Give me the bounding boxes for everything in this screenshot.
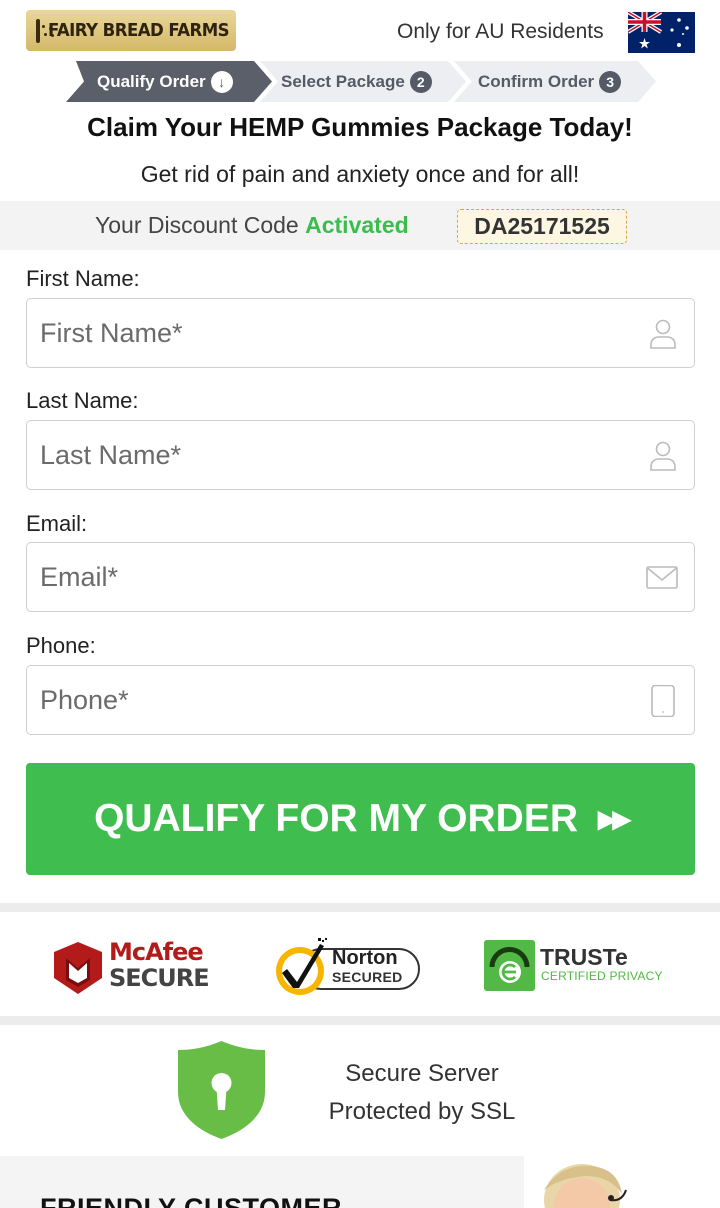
norton-checkmark-icon [276,938,327,995]
email-label: Email: [26,511,88,536]
last-name-label: Last Name: [26,388,139,413]
step-qualify-order[interactable]: Qualify Order ↓ [66,61,272,102]
discount-message: Your Discount Code Activated [95,212,409,239]
discount-status: Activated [305,212,409,238]
truste-logo-icon [484,940,535,991]
email-field[interactable] [26,542,695,612]
support-heading: FRIENDLY CUSTOMER [40,1193,343,1208]
mcafee-secure-text: SECURE [109,964,210,992]
mcafee-shield-icon [54,942,102,994]
australia-flag-icon [628,12,695,53]
norton-name: Norton [332,947,398,969]
page-title: Claim Your HEMP Gummies Package Today! [87,112,633,142]
norton-secured-text: SECURED [332,969,403,985]
step-label: Qualify Order [97,71,206,91]
bread-icon [36,18,54,43]
last-name-input[interactable] [40,421,640,489]
support-agent-avatar [544,1164,627,1208]
section-divider [0,1016,720,1025]
mcafee-text: McAfee SECURE [109,938,210,992]
step-confirm-order[interactable]: Confirm Order 3 [454,61,656,102]
keyhole-shield-icon [178,1041,265,1139]
norton-secured-badge[interactable]: Norton SECURED [272,934,424,998]
trust-badges: McAfee SECURE Norton SECURED TRUSTe CERT… [0,913,720,1016]
secure-server-text: Secure Server Protected by SSL [300,1055,544,1131]
mcafee-secure-badge[interactable]: McAfee SECURE [52,940,222,996]
user-icon [650,319,676,349]
step-select-package[interactable]: Select Package 2 [260,61,466,102]
first-name-field[interactable] [26,298,695,368]
email-input[interactable] [40,543,640,611]
last-name-field[interactable] [26,420,695,490]
brand-logo[interactable]: FAIRY BREAD FARMS [26,10,236,51]
phone-field[interactable] [26,665,695,735]
first-name-input[interactable] [40,299,640,367]
double-play-arrow-icon: ▶▶ [598,805,631,833]
step-label: Confirm Order [478,71,595,91]
truste-certified-text: CERTIFIED PRIVACY [541,969,663,983]
step-label: Select Package [281,71,405,91]
qualify-order-button[interactable]: QUALIFY FOR MY ORDER ▶▶ [26,763,695,875]
step-number-badge: 2 [409,70,432,93]
discount-prefix: Your Discount Code [95,212,299,238]
arrow-down-icon: ↓ [210,70,233,93]
truste-name: TRUSTe [540,944,628,970]
discount-banner: Your Discount Code Activated DA25171525 [0,201,720,250]
phone-label: Phone: [26,633,96,658]
envelope-icon [646,566,678,589]
brand-name: FAIRY BREAD FARMS [48,20,230,41]
section-divider [0,903,720,912]
first-name-label: First Name: [26,266,140,291]
submit-label: QUALIFY FOR MY ORDER [94,797,578,840]
header: FAIRY BREAD FARMS Only for AU Residents [0,0,720,60]
truste-badge[interactable]: TRUSTe CERTIFIED PRIVACY [484,940,674,992]
step-number-badge: 3 [599,70,622,93]
user-icon [650,441,676,471]
mobile-phone-icon [651,685,675,717]
secure-line-1: Secure Server [345,1060,499,1087]
progress-steps: Qualify Order ↓ Select Package 2 Confirm… [66,61,656,102]
secure-line-2: Protected by SSL [328,1098,516,1125]
discount-code: DA25171525 [457,209,627,244]
residents-notice: Only for AU Residents [397,20,604,43]
phone-input[interactable] [40,666,640,734]
mcafee-name: McAfee [109,938,204,966]
page-subtitle: Get rid of pain and anxiety once and for… [140,161,580,187]
customer-support-section: FRIENDLY CUSTOMER [0,1156,524,1208]
